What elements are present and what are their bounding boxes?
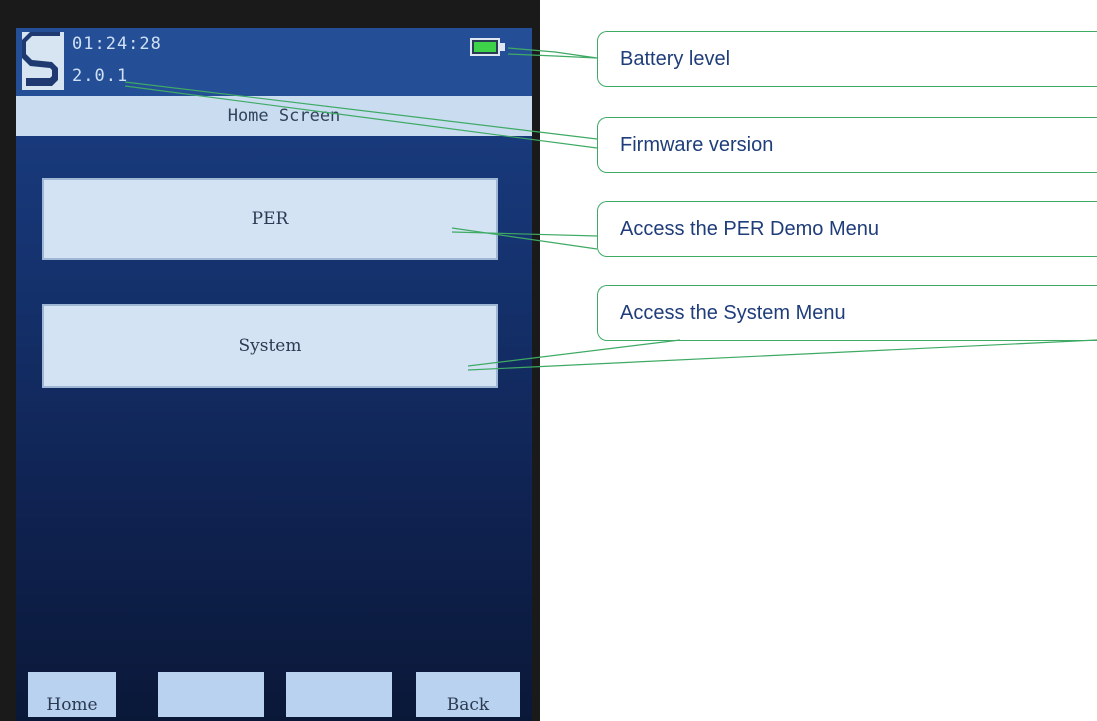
callout-battery-level: Battery level [597,31,1097,87]
callout-system-menu: Access the System Menu [597,285,1097,341]
screen-title-bar: Home Screen [16,96,532,136]
callout-label: Firmware version [620,134,774,156]
callout-firmware-version: Firmware version [597,117,1097,173]
soft-key-2[interactable] [158,672,264,717]
battery-tip [500,43,505,51]
leader-system-2 [467,339,1097,371]
system-button[interactable]: System [42,304,498,388]
callout-label: Access the System Menu [620,302,846,324]
battery-level-fill [474,42,496,52]
soft-key-3[interactable] [286,672,392,717]
callout-per-demo-menu: Access the PER Demo Menu [597,201,1097,257]
back-soft-key[interactable]: Back [416,672,520,717]
callout-label: Battery level [620,48,731,70]
screen-title: Home Screen [227,106,341,126]
firmware-version: 2.0.1 [72,66,129,86]
callout-label: Access the PER Demo Menu [620,218,879,240]
brand-logo-icon [22,32,64,90]
device-photo: 01:24:28 2.0.1 Home Screen PER System Ho… [0,0,540,721]
battery-icon [470,38,500,56]
status-bar: 01:24:28 2.0.1 [16,28,532,96]
device-screen: 01:24:28 2.0.1 Home Screen PER System Ho… [16,28,532,721]
per-button[interactable]: PER [42,178,498,260]
logo-s-icon [22,32,60,86]
clock-readout: 01:24:28 [72,34,162,54]
home-soft-key[interactable]: Home [28,672,116,717]
